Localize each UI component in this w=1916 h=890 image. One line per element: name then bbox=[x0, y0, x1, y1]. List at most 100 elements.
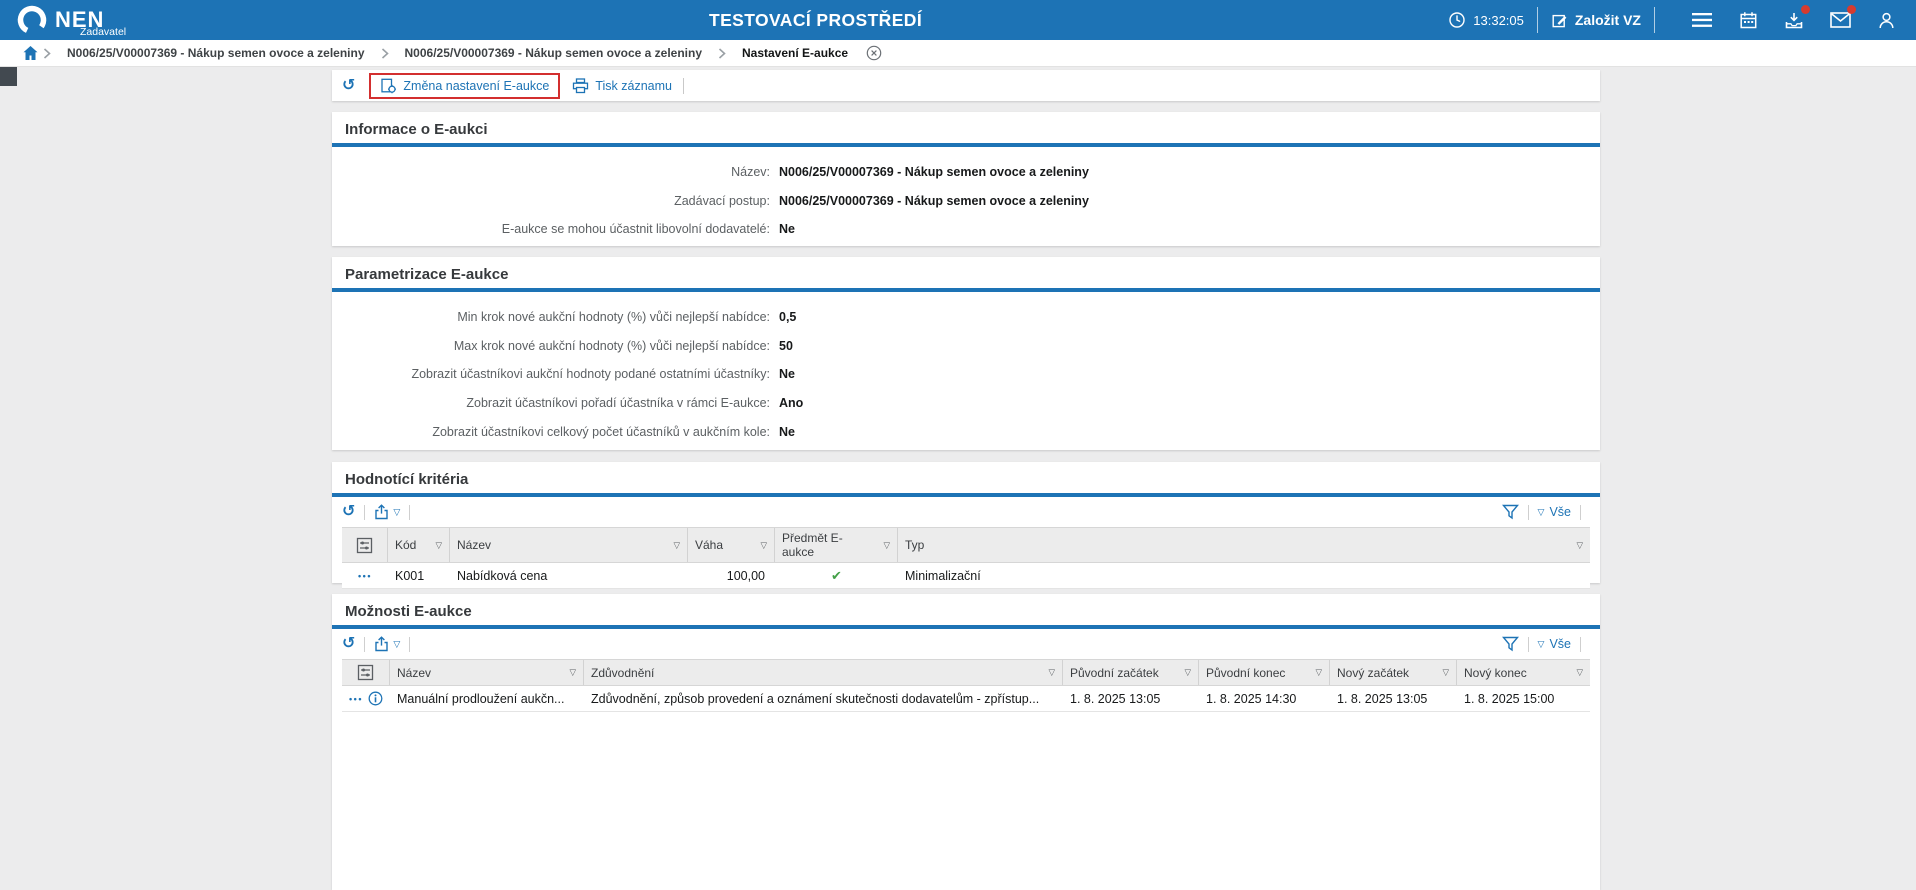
sort-icon: ▽ bbox=[673, 541, 680, 550]
environment-title: TESTOVACÍ PROSTŘEDÍ bbox=[709, 0, 922, 40]
calendar-icon[interactable] bbox=[1736, 8, 1760, 32]
breadcrumb-item-2[interactable]: N006/25/V00007369 - Nákup semen ovoce a … bbox=[405, 46, 703, 60]
home-icon[interactable] bbox=[22, 45, 39, 61]
close-tab-icon[interactable] bbox=[866, 45, 882, 61]
record-toolbar: ↺ Změna nastavení E-aukce Tisk záznamu bbox=[332, 70, 1600, 101]
field-label: Zobrazit účastníkovi pořadí účastníka v … bbox=[332, 396, 770, 410]
column-header-nazev[interactable]: Název ▽ bbox=[390, 660, 584, 685]
field-label: Zadávací postup: bbox=[332, 194, 770, 208]
export-icon[interactable] bbox=[374, 504, 389, 520]
sort-icon: ▽ bbox=[1184, 668, 1191, 677]
column-header-novy-konec[interactable]: Nový konec ▽ bbox=[1457, 660, 1590, 685]
change-eauction-settings-button[interactable]: Změna nastavení E-aukce bbox=[380, 78, 549, 94]
notification-badge bbox=[1801, 5, 1810, 14]
chevron-right-icon bbox=[43, 48, 51, 59]
edit-icon bbox=[1551, 12, 1568, 29]
column-settings-icon[interactable] bbox=[342, 528, 388, 562]
column-label: Váha bbox=[695, 538, 723, 552]
options-table-header: Název ▽ Zdůvodnění ▽ Původní začátek ▽ P… bbox=[342, 659, 1590, 686]
column-header-puvodni-zacatek[interactable]: Původní začátek ▽ bbox=[1063, 660, 1199, 685]
field-value: Ne bbox=[779, 425, 795, 439]
change-settings-highlight: Změna nastavení E-aukce bbox=[369, 73, 560, 99]
filter-icon[interactable] bbox=[1502, 636, 1519, 652]
printer-icon bbox=[572, 78, 589, 94]
field-row: Zobrazit účastníkovi aukční hodnoty poda… bbox=[332, 360, 1600, 389]
cell-novy-konec: 1. 8. 2025 15:00 bbox=[1457, 692, 1590, 706]
row-menu-icon[interactable]: ••• bbox=[349, 694, 363, 704]
create-vz-button[interactable]: Založit VZ bbox=[1551, 12, 1641, 29]
inbox-icon[interactable] bbox=[1782, 8, 1806, 32]
print-record-button[interactable]: Tisk záznamu bbox=[572, 78, 672, 94]
toolbar-divider bbox=[409, 505, 410, 520]
app-root: NEN Zadavatel TESTOVACÍ PROSTŘEDÍ 13:32:… bbox=[0, 0, 1916, 890]
criteria-table-header: Kód ▽ Název ▽ Váha ▽ Předmět E-aukce ▽ T… bbox=[342, 527, 1590, 563]
cell-kod: K001 bbox=[388, 569, 450, 583]
refresh-icon[interactable]: ↺ bbox=[342, 78, 355, 94]
toolbar-divider bbox=[1580, 505, 1581, 520]
column-header-novy-zacatek[interactable]: Nový začátek ▽ bbox=[1330, 660, 1457, 685]
field-value: Ano bbox=[779, 396, 803, 410]
sort-icon: ▽ bbox=[1576, 541, 1583, 550]
settings-document-icon bbox=[380, 78, 397, 94]
options-table: Název ▽ Zdůvodnění ▽ Původní začátek ▽ P… bbox=[342, 659, 1590, 712]
cell-nazev: Manuální prodloužení aukčn... bbox=[390, 692, 584, 706]
collapsed-panel-tab[interactable] bbox=[0, 67, 17, 86]
breadcrumb-item-1[interactable]: N006/25/V00007369 - Nákup semen ovoce a … bbox=[67, 46, 365, 60]
server-time: 13:32:05 bbox=[1448, 11, 1524, 29]
table-row[interactable]: ••• Manuální prodloužení aukčn... Zdůvod… bbox=[342, 686, 1590, 712]
filter-preset-all[interactable]: Vše bbox=[1549, 505, 1571, 519]
table-toolbar: ↺ ▽ ▽ Vše bbox=[332, 497, 1600, 527]
column-header-typ[interactable]: Typ ▽ bbox=[898, 528, 1590, 562]
table-row[interactable]: ••• K001 Nabídková cena 100,00 ✔ Minimal… bbox=[342, 563, 1590, 589]
sort-icon: ▽ bbox=[1576, 668, 1583, 677]
column-settings-icon[interactable] bbox=[342, 660, 390, 685]
column-header-zduvodneni[interactable]: Zdůvodnění ▽ bbox=[584, 660, 1063, 685]
field-value: 0,5 bbox=[779, 310, 796, 324]
mail-icon[interactable] bbox=[1828, 8, 1852, 32]
row-menu-icon[interactable]: ••• bbox=[358, 571, 372, 581]
field-value: Ne bbox=[779, 367, 795, 381]
toolbar-divider bbox=[409, 637, 410, 652]
column-label: Původní konec bbox=[1206, 666, 1285, 680]
column-header-vaha[interactable]: Váha ▽ bbox=[688, 528, 775, 562]
nen-logo[interactable]: NEN Zadavatel bbox=[16, 0, 104, 40]
section-info: Informace o E-aukci Název: N006/25/V0000… bbox=[332, 112, 1600, 246]
cell-novy-zacatek: 1. 8. 2025 13:05 bbox=[1330, 692, 1457, 706]
column-label: Nový konec bbox=[1464, 666, 1527, 680]
criteria-table: Kód ▽ Název ▽ Váha ▽ Předmět E-aukce ▽ T… bbox=[342, 527, 1590, 589]
user-icon[interactable] bbox=[1874, 8, 1898, 32]
column-header-nazev[interactable]: Název ▽ bbox=[450, 528, 688, 562]
export-icon[interactable] bbox=[374, 636, 389, 652]
cell-puvodni-zacatek: 1. 8. 2025 13:05 bbox=[1063, 692, 1199, 706]
field-value: Ne bbox=[779, 222, 795, 236]
refresh-icon[interactable]: ↺ bbox=[342, 636, 355, 652]
export-dropdown-icon[interactable]: ▽ bbox=[393, 640, 400, 649]
column-label: Název bbox=[397, 666, 431, 680]
filter-preset-dropdown-icon[interactable]: ▽ bbox=[1538, 640, 1545, 649]
info-icon[interactable] bbox=[368, 691, 383, 706]
filter-icon[interactable] bbox=[1502, 504, 1519, 520]
clock-icon bbox=[1448, 11, 1466, 29]
chevron-right-icon bbox=[718, 48, 726, 59]
column-header-kod[interactable]: Kód ▽ bbox=[388, 528, 450, 562]
sort-icon: ▽ bbox=[1048, 668, 1055, 677]
refresh-icon[interactable]: ↺ bbox=[342, 504, 355, 520]
header-divider bbox=[1537, 7, 1538, 33]
column-label: Nový začátek bbox=[1337, 666, 1409, 680]
column-label: Předmět E-aukce bbox=[782, 531, 860, 559]
section-options: Možnosti E-aukce ↺ ▽ ▽ Vše bbox=[332, 594, 1600, 890]
export-dropdown-icon[interactable]: ▽ bbox=[393, 508, 400, 517]
sort-icon: ▽ bbox=[1442, 668, 1449, 677]
column-label: Zdůvodnění bbox=[591, 666, 654, 680]
change-eauction-settings-label: Změna nastavení E-aukce bbox=[403, 79, 549, 93]
create-vz-label: Založit VZ bbox=[1575, 12, 1641, 28]
column-header-puvodni-konec[interactable]: Původní konec ▽ bbox=[1199, 660, 1330, 685]
menu-icon[interactable] bbox=[1690, 8, 1714, 32]
time-value: 13:32:05 bbox=[1473, 13, 1524, 28]
toolbar-divider bbox=[364, 505, 365, 520]
filter-preset-dropdown-icon[interactable]: ▽ bbox=[1538, 508, 1545, 517]
column-header-predmet[interactable]: Předmět E-aukce ▽ bbox=[775, 528, 898, 562]
filter-preset-all[interactable]: Vše bbox=[1549, 637, 1571, 651]
breadcrumb: N006/25/V00007369 - Nákup semen ovoce a … bbox=[0, 40, 1916, 67]
field-value: N006/25/V00007369 - Nákup semen ovoce a … bbox=[779, 194, 1089, 208]
